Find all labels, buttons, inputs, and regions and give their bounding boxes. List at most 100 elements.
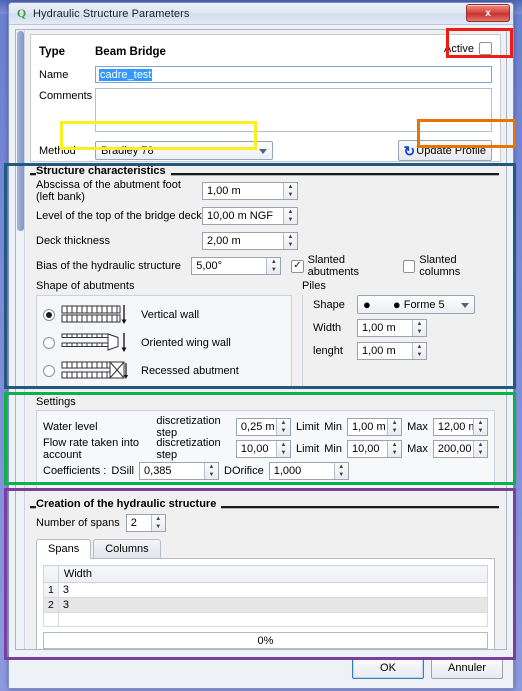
scrollbar-thumb[interactable] [17,31,24,231]
water-level-max-spinbox[interactable]: 12,00 m ▲ ▼ [432,418,488,436]
spinner-arrows-icon[interactable]: ▲ ▼ [276,441,291,457]
vertical-scrollbar[interactable] [16,30,25,649]
dsill-spinbox[interactable]: 0,385 ▲ ▼ [139,462,220,480]
abscissa-value: 1,00 m [207,185,241,197]
water-level-min-spinbox[interactable]: 1,00 m ▲ ▼ [347,418,403,436]
spinner-arrows-icon[interactable]: ▲ ▼ [283,233,297,249]
spinner-arrows-icon[interactable]: ▲ ▼ [283,208,297,224]
dorifice-spinbox[interactable]: 1,000 ▲ ▼ [268,462,349,480]
abutment-option-label: Oriented wing wall [141,337,231,349]
abutment-option-oriented-wing-wall[interactable]: Oriented wing wall [43,329,285,357]
creation-group: Creation of the hydraulic structure Numb… [30,498,501,649]
spinner-arrows-icon[interactable]: ▲ ▼ [412,343,426,359]
spinner-arrows-icon[interactable]: ▲ ▼ [387,419,402,435]
number-of-spans-label: Number of spans [36,517,120,529]
cell-width[interactable]: 3 [57,597,489,613]
spinner-arrows-icon[interactable]: ▲ ▼ [283,183,297,199]
slanted-columns-checkbox[interactable] [403,259,416,273]
qgis-q-icon: Q [16,6,27,20]
row-index-empty [43,612,59,627]
bias-value: 5,00° [196,260,223,272]
number-of-spans-spinbox[interactable]: 2 ▲ ▼ [125,514,166,532]
active-label: Active [444,42,474,55]
method-label: Method [39,144,76,157]
water-level-max-label: Max [407,421,428,433]
deck-level-value: 10,00 m NGF [207,210,274,222]
spinner-arrows-icon[interactable]: ▲ ▼ [276,419,291,435]
deck-thickness-spinbox[interactable]: 2,00 m ▲ ▼ [202,232,298,250]
column-header-width[interactable]: Width [57,565,489,583]
flow-rate-step-label: discretization step [156,437,221,461]
method-dropdown[interactable]: Bradley 78 [95,141,273,160]
ok-button[interactable]: OK [352,657,424,679]
water-level-min-label: Min [324,421,342,433]
abutment-option-recessed-abutment[interactable]: Recessed abutment [43,357,285,385]
close-icon[interactable]: x [466,4,510,22]
update-profile-button[interactable]: ↻ Update Profile [397,140,492,161]
piles-column: Piles Shape ● ● Forme 5 Width 1,00 m ▲ ▼… [292,280,495,387]
abutment-option-label: Recessed abutment [141,365,239,377]
flow-rate-max-spinbox[interactable]: 200,00 ▲ ▼ [432,440,488,458]
dorifice-value: 1,000 [273,465,302,477]
comments-row: Comments [39,88,492,132]
chevron-down-icon [259,148,267,154]
pile-width-spinbox[interactable]: 1,00 m ▲ ▼ [357,319,427,337]
pile-shape-option-bullet-icon: ● [392,297,401,312]
dsill-label: DSill [111,465,135,477]
type-value: Beam Bridge [95,46,166,58]
radio-recessed-abutment[interactable] [43,365,55,377]
deck-level-spinbox[interactable]: 10,00 m NGF ▲ ▼ [202,207,298,225]
active-checkbox-group[interactable]: Active [444,42,492,55]
spinner-arrows-icon[interactable]: ▲ ▼ [266,258,281,274]
deck-thickness-label: Deck thickness [36,235,110,247]
spinner-arrows-icon[interactable]: ▲ ▼ [473,419,487,435]
pile-width-value: 1,00 m [362,322,396,334]
flow-rate-step-spinbox[interactable]: 10,00 ▲ ▼ [235,440,292,458]
slanted-abutments-checkbox[interactable]: ✓ [291,259,304,273]
table-row: 2 3 [43,597,489,613]
flow-rate-label: Flow rate taken into account [43,437,139,461]
slanted-abutments-group[interactable]: ✓ Slanted abutments [291,254,393,278]
spinner-arrows-icon[interactable]: ▲ ▼ [204,463,219,479]
abscissa-spinbox[interactable]: 1,00 m ▲ ▼ [202,182,298,200]
spinner-arrows-icon[interactable]: ▲ ▼ [387,441,402,457]
cell-empty [57,612,489,627]
spans-table[interactable]: Width 1 3 2 3 [43,565,489,627]
pile-length-spinbox[interactable]: 1,00 m ▲ ▼ [357,342,427,360]
water-level-limit-label: Limit [296,421,320,433]
water-level-row: Water level discretization step 0,25 m ▲… [43,415,488,439]
slanted-columns-group[interactable]: Slanted columns [403,254,495,278]
abutment-option-vertical-wall[interactable]: Vertical wall [43,301,285,329]
flow-rate-min-label: Min [324,443,342,455]
deck-thickness-row: Deck thickness 2,00 m ▲ ▼ [36,230,495,252]
radio-oriented-wing-wall[interactable] [43,337,55,349]
progress-bar: 0% [43,632,488,649]
creation-title: Creation of the hydraulic structure [36,498,222,510]
name-input[interactable]: cadre_test [95,66,492,83]
form-content: Type Beam Bridge Active Name cadre_test [25,30,506,649]
bias-label: Bias of the hydraulic structure [36,260,181,272]
spinner-arrows-icon[interactable]: ▲ ▼ [333,463,348,479]
flow-rate-min-spinbox[interactable]: 10,00 ▲ ▼ [347,440,403,458]
cancel-button[interactable]: Annuler [431,657,503,679]
cell-width[interactable]: 3 [57,582,489,598]
spinner-arrows-icon[interactable]: ▲ ▼ [473,441,487,457]
oriented-wing-wall-diagram-icon [61,332,135,354]
structure-characteristics-group: Structure characteristics Abscissa of th… [30,165,501,393]
radio-vertical-wall[interactable] [43,309,55,321]
spinner-arrows-icon[interactable]: ▲ ▼ [150,515,165,531]
spinner-arrows-icon[interactable]: ▲ ▼ [412,320,426,336]
flow-rate-min-value: 10,00 [352,443,380,455]
tab-columns[interactable]: Columns [93,539,161,558]
water-level-step-spinbox[interactable]: 0,25 m ▲ ▼ [235,418,292,436]
settings-panel: Water level discretization step 0,25 m ▲… [36,410,495,489]
tab-spans[interactable]: Spans [36,539,92,559]
pile-shape-dropdown[interactable]: ● ● Forme 5 [357,295,475,314]
bias-spinbox[interactable]: 5,00° ▲ ▼ [191,257,282,275]
flow-rate-max-label: Max [407,443,428,455]
pile-length-value: 1,00 m [362,345,396,357]
comments-textarea[interactable] [95,88,492,132]
method-row: Method Bradley 78 ↻ Update Profile [39,140,492,161]
water-level-max-value: 12,00 m [437,421,478,433]
active-checkbox[interactable] [479,42,492,55]
